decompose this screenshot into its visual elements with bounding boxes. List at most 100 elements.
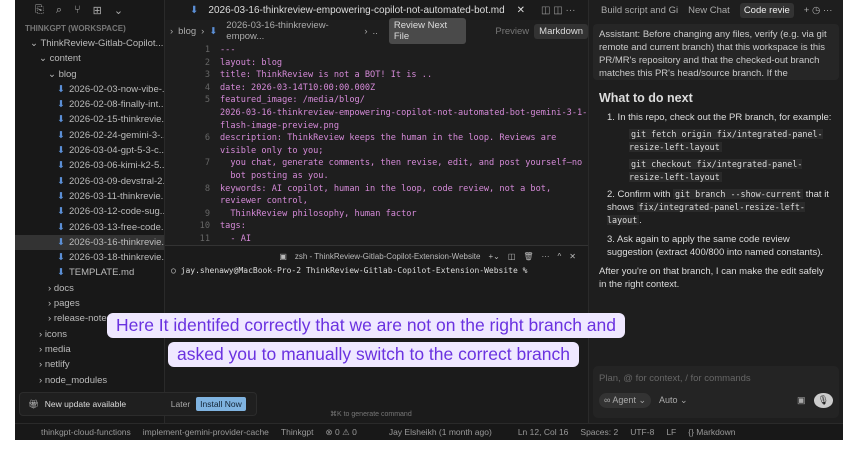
markdown-file-icon: ⬇	[190, 4, 199, 16]
gift-icon: 🎁︎	[28, 398, 39, 409]
file-item[interactable]: ⬇ 2026-03-11-thinkrevie...	[15, 189, 164, 204]
file-item[interactable]: ⬇ 2026-02-03-now-vibe-...	[15, 82, 164, 97]
breadcrumb-item[interactable]: 2026-03-16-thinkreview-empow...	[226, 20, 359, 42]
markdown-file-icon: ⬇	[57, 221, 65, 233]
add-terminal-icon[interactable]: +⌄	[488, 252, 499, 261]
source-control-icon[interactable]: ⑂	[74, 4, 81, 20]
folder-item[interactable]: › node_modules	[15, 373, 164, 388]
status-position[interactable]: Ln 12, Col 16	[518, 427, 569, 437]
markdown-file-icon: ⬇	[57, 190, 65, 202]
close-icon[interactable]: ✕	[517, 5, 525, 16]
file-item[interactable]: ⬇ 2026-02-08-finally-int...	[15, 97, 164, 112]
line-text: description: ThinkReview keeps the human…	[220, 133, 557, 144]
chat-input[interactable]: Plan, @ for context, / for commands ∞ Ag…	[593, 366, 839, 418]
markdown-file-icon: ⬇	[57, 160, 65, 172]
chat-tab[interactable]: Build script and Gi	[601, 4, 678, 17]
line-number: 6	[204, 133, 210, 144]
terminal-prompt[interactable]: ○ jay.shenawy@MacBook-Pro-2 ThinkReview-…	[165, 266, 588, 275]
item-label: 2026-02-24-gemini-3-...	[68, 129, 164, 141]
status-bar: thinkgpt-cloud-functions implement-gemin…	[15, 423, 843, 440]
line-number	[165, 195, 220, 208]
chat-tab-active[interactable]: Code revie	[739, 2, 794, 18]
item-label: 2026-03-12-code-sug...	[68, 206, 164, 218]
later-button[interactable]: Later	[171, 399, 190, 409]
item-label: 2026-03-18-thinkrevie...	[68, 252, 164, 264]
breadcrumb-item[interactable]: ..	[373, 26, 378, 37]
files-icon[interactable]: ⎘	[35, 4, 44, 20]
extensions-icon[interactable]: ⊞	[93, 4, 102, 20]
folder-item[interactable]: ⌄ ThinkReview-Gitlab-Copilot...	[15, 36, 164, 51]
file-item[interactable]: ⬇ 2026-03-12-code-sug...	[15, 204, 164, 219]
folder-item[interactable]: ⌄ blog	[15, 67, 164, 82]
close-icon[interactable]: ✕	[569, 252, 576, 261]
status-eol[interactable]: LF	[666, 427, 676, 437]
item-label: blog	[58, 68, 77, 80]
status-spaces[interactable]: Spaces: 2	[580, 427, 618, 437]
file-item[interactable]: ⬇ 2026-03-04-gpt-5-3-c...	[15, 143, 164, 158]
folder-item[interactable]: ⌄ content	[15, 51, 164, 66]
plus-icon[interactable]: + ◷ ···	[804, 4, 833, 17]
status-language[interactable]: {} Markdown	[688, 427, 735, 437]
code-line: reviewer control,	[165, 195, 588, 208]
status-encoding[interactable]: UTF-8	[630, 427, 654, 437]
line-number: 5	[204, 95, 210, 106]
model-select[interactable]: Auto ⌄	[659, 394, 688, 407]
status-project[interactable]: Thinkgpt	[281, 427, 314, 437]
maximize-icon[interactable]: ^	[558, 252, 562, 261]
folder-item[interactable]: › media	[15, 342, 164, 357]
more-icon[interactable]: ···	[542, 252, 550, 261]
status-remote[interactable]: thinkgpt-cloud-functions	[41, 427, 131, 437]
editor-tab[interactable]: ⬇ 2026-03-16-thinkreview-empowering-copil…	[165, 0, 588, 20]
item-label: content	[49, 53, 81, 65]
folder-item[interactable]: › docs	[15, 281, 164, 296]
review-next-file-button[interactable]: Review Next File	[388, 18, 467, 44]
item-label: node_modules	[44, 374, 108, 386]
item-label: netlify	[44, 359, 70, 371]
file-item[interactable]: ⬇ TEMPLATE.md	[15, 265, 164, 280]
line-text: featured_image: /media/blog/	[220, 95, 365, 106]
file-item[interactable]: ⬇ 2026-02-15-thinkrevie...	[15, 112, 164, 127]
status-problems[interactable]: ⊗ 0 ⚠ 0	[326, 427, 357, 438]
explorer-sidebar: ⎘ ⌕ ⑂ ⊞ ⌄ THINKGPT (WORKSPACE) ⌄ ThinkReview…	[15, 0, 165, 423]
assistant-message: What to do next 1. In this repo, check o…	[589, 80, 843, 297]
item-label: 2026-03-06-kimi-k2-5...	[68, 160, 164, 172]
file-item[interactable]: ⬇ 2026-03-16-thinkrevie...	[15, 234, 164, 251]
markdown-file-icon: ⬇	[57, 99, 65, 111]
editor: ⬇ 2026-03-16-thinkreview-empowering-copil…	[165, 0, 588, 245]
chat-tab[interactable]: New Chat	[688, 4, 730, 17]
install-now-button[interactable]: Install Now	[196, 397, 246, 411]
step: 3. Ask again to apply the same code revi…	[607, 234, 823, 258]
markdown-button[interactable]: Markdown	[534, 23, 588, 39]
line-number	[165, 107, 220, 120]
chevron-down-icon: ⌄	[39, 53, 50, 65]
file-item[interactable]: ⬇ 2026-03-09-devstral-2...	[15, 174, 164, 189]
file-item[interactable]: ⬇ 2026-03-06-kimi-k2-5...	[15, 158, 164, 173]
split-icon[interactable]: ◫	[508, 252, 516, 261]
folder-item[interactable]: › pages	[15, 296, 164, 311]
update-text: New update available	[44, 399, 127, 409]
image-icon[interactable]: ▣	[797, 394, 806, 407]
line-number: 10	[199, 221, 210, 232]
mode-select[interactable]: ∞ Agent ⌄	[599, 393, 651, 408]
status-blame[interactable]: Jay Elsheikh (1 month ago)	[389, 427, 492, 437]
split-editor-icon[interactable]: ◫ ◫ ···	[541, 5, 575, 16]
chevron-down-icon[interactable]: ⌄	[114, 4, 123, 20]
item-label: release-notes	[53, 313, 112, 325]
mic-icon[interactable]: 🎙︎	[813, 393, 833, 408]
line-number	[165, 170, 220, 183]
terminal-title[interactable]: zsh - ThinkReview-Gitlab-Copilot-Extensi…	[295, 252, 481, 261]
step: 1. In this repo, check out the PR branch…	[607, 112, 832, 123]
preview-button[interactable]: Preview	[495, 26, 529, 37]
file-item[interactable]: ⬇ 2026-03-13-free-code...	[15, 220, 164, 235]
search-icon[interactable]: ⌕	[56, 4, 62, 20]
line-text: visible only to you;	[220, 145, 324, 156]
item-label: pages	[53, 298, 80, 310]
code-area[interactable]: 1 --- 2 layout: blog 3 title: ThinkReview is …	[165, 44, 588, 246]
item-label: 2026-02-03-now-vibe-...	[68, 83, 164, 95]
status-branch[interactable]: implement-gemini-provider-cache	[143, 427, 269, 437]
folder-item[interactable]: › netlify	[15, 357, 164, 372]
breadcrumb-item[interactable]: blog	[178, 26, 196, 37]
file-item[interactable]: ⬇ 2026-03-18-thinkrevie...	[15, 250, 164, 265]
trash-icon[interactable]: 🗑︎	[523, 252, 533, 261]
file-item[interactable]: ⬇ 2026-02-24-gemini-3-...	[15, 128, 164, 143]
